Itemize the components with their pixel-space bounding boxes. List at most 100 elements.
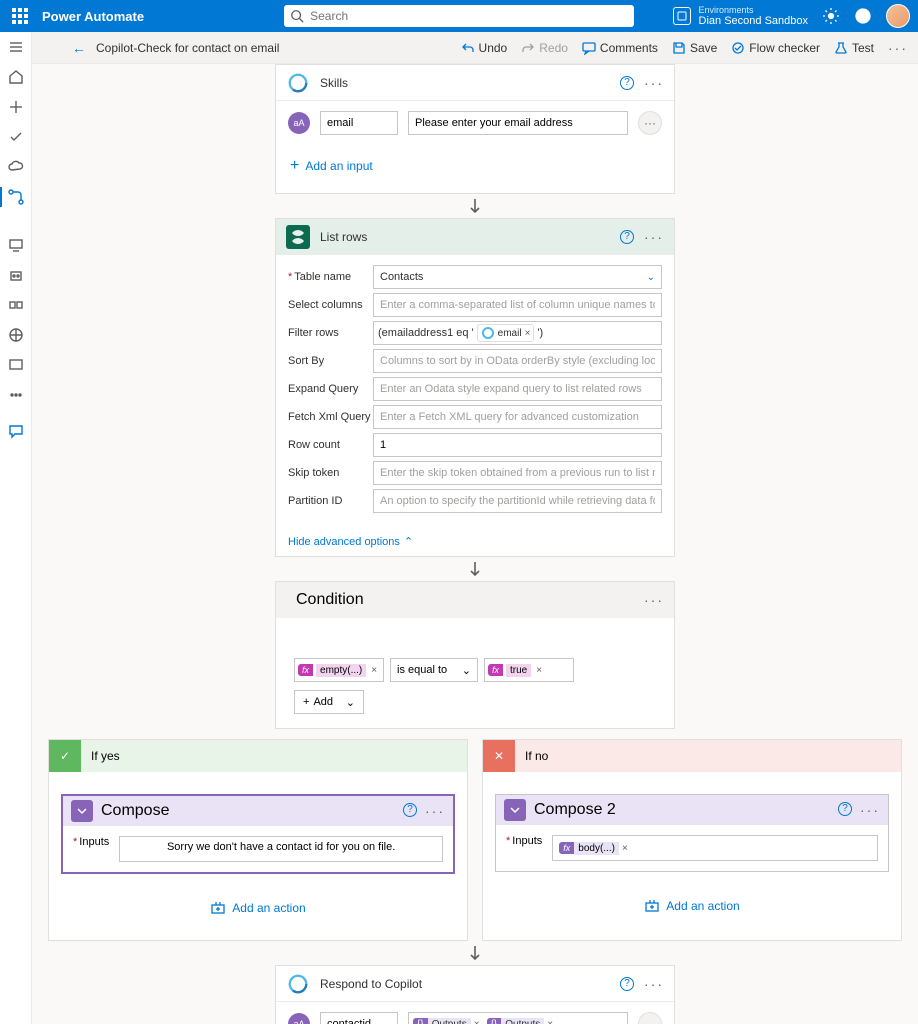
outputs-token[interactable]: {}Outputs× <box>487 1018 557 1024</box>
plus-icon: + <box>303 696 309 708</box>
add-condition-button[interactable]: +Add⌄ <box>294 690 364 714</box>
if-yes-header[interactable]: ✓ If yes <box>49 740 467 772</box>
nav-home-icon[interactable] <box>7 68 25 86</box>
flow-toolbar: ← Copilot-Check for contact on email Und… <box>32 32 918 64</box>
nav-create-icon[interactable] <box>7 98 25 116</box>
search-input[interactable] <box>284 5 634 27</box>
environment-picker[interactable]: Environments Dian Second Sandbox <box>673 5 808 27</box>
nav-approvals-icon[interactable] <box>7 128 25 146</box>
help-icon[interactable]: ? <box>620 76 634 90</box>
param-more-icon[interactable]: ··· <box>638 1012 662 1024</box>
compose-icon <box>71 800 93 822</box>
inputs-textbox[interactable]: Sorry we don't have a contact id for you… <box>119 836 443 862</box>
nav-hamburger-icon[interactable] <box>7 38 25 56</box>
connector-arrow[interactable] <box>466 194 484 218</box>
outputs-token[interactable]: {}Outputs× <box>413 1018 483 1024</box>
body-token[interactable]: fxbody(...)× <box>559 842 631 855</box>
card-more-icon[interactable]: ··· <box>644 75 664 91</box>
nav-monitor-icon[interactable] <box>7 356 25 374</box>
listrows-header[interactable]: List rows ?··· <box>276 219 674 255</box>
chevron-down-icon: ⌄ <box>462 664 471 677</box>
condition-branches: ✓ If yes Compose ?··· Inputs Sorry we do… <box>48 739 902 941</box>
rowcount-input[interactable] <box>373 433 662 457</box>
help-icon[interactable] <box>854 7 872 25</box>
waffle-icon[interactable] <box>8 4 32 28</box>
skills-title: Skills <box>320 76 348 90</box>
help-icon[interactable]: ? <box>620 977 634 991</box>
card-more-icon[interactable]: ··· <box>644 229 664 245</box>
check-icon: ✓ <box>49 740 81 772</box>
save-button[interactable]: Save <box>672 41 717 55</box>
compose2-header[interactable]: Compose 2 ?··· <box>496 795 888 825</box>
add-input-button[interactable]: +Add an input <box>288 149 662 183</box>
undo-button[interactable]: Undo <box>461 41 508 55</box>
output-name-input[interactable] <box>320 1012 398 1024</box>
param-type-icon: aA <box>288 112 310 134</box>
skills-header[interactable]: Skills ? ··· <box>276 65 674 101</box>
remove-token-icon[interactable]: × <box>544 1019 556 1024</box>
remove-token-icon[interactable]: × <box>471 1019 483 1024</box>
test-button[interactable]: Test <box>834 41 874 55</box>
comments-button[interactable]: Comments <box>582 41 658 55</box>
copilot-icon <box>286 71 310 95</box>
inputs-label: Inputs <box>73 836 109 848</box>
remove-token-icon[interactable]: × <box>369 665 379 676</box>
settings-icon[interactable] <box>822 7 840 25</box>
compose-header[interactable]: Compose ?··· <box>63 796 453 826</box>
nav-cloud-icon[interactable] <box>7 158 25 176</box>
operator-select[interactable]: is equal to⌄ <box>390 658 478 682</box>
dataverse-icon <box>286 225 310 249</box>
connector-arrow[interactable] <box>466 941 484 965</box>
partition-input[interactable] <box>373 489 662 513</box>
expand-input[interactable] <box>373 377 662 401</box>
card-more-icon[interactable]: ··· <box>644 976 664 992</box>
table-select[interactable]: Contacts⌄ <box>373 265 662 289</box>
flow-checker-button[interactable]: Flow checker <box>731 41 820 55</box>
inputs-textbox[interactable]: fxbody(...)× <box>552 835 878 861</box>
fetchxml-label: Fetch Xml Query <box>288 411 373 423</box>
card-more-icon[interactable]: ··· <box>425 803 445 819</box>
nav-flows-icon[interactable] <box>7 188 25 206</box>
fetchxml-input[interactable] <box>373 405 662 429</box>
back-button[interactable]: ← <box>72 40 86 56</box>
param-more-icon[interactable]: ··· <box>638 111 662 135</box>
toolbar-more-icon[interactable]: ··· <box>888 40 908 56</box>
rowcount-label: Row count <box>288 439 373 451</box>
output-value-input[interactable]: {}Outputs× {}Outputs× <box>408 1012 628 1024</box>
remove-token-icon[interactable]: × <box>534 665 544 676</box>
remove-token-icon[interactable]: × <box>619 843 631 854</box>
connector-arrow[interactable] <box>466 557 484 581</box>
redo-button[interactable]: Redo <box>521 41 568 55</box>
respond-header[interactable]: Respond to Copilot ?··· <box>276 966 674 1002</box>
nav-desktop-icon[interactable] <box>7 236 25 254</box>
help-icon[interactable]: ? <box>838 802 852 816</box>
condition-header[interactable]: Condition ··· <box>276 582 674 618</box>
param-desc-input[interactable] <box>408 111 628 135</box>
help-icon[interactable]: ? <box>620 230 634 244</box>
nav-process-icon[interactable] <box>7 296 25 314</box>
add-action-button[interactable]: Add an action <box>61 874 455 926</box>
copilot-icon <box>286 972 310 996</box>
hide-advanced-link[interactable]: Hide advanced options⌃ <box>276 527 674 556</box>
card-more-icon[interactable]: ··· <box>644 592 664 608</box>
left-operand-input[interactable]: fxempty(...)× <box>294 658 384 682</box>
user-avatar[interactable] <box>886 4 910 28</box>
nav-ai-icon[interactable] <box>7 326 25 344</box>
partition-label: Partition ID <box>288 495 373 507</box>
skip-input[interactable] <box>373 461 662 485</box>
nav-robot-icon[interactable] <box>7 266 25 284</box>
skills-card: Skills ? ··· aA ··· +Add an input <box>275 64 675 194</box>
email-token[interactable]: email× <box>477 324 535 342</box>
param-name-input[interactable] <box>320 111 398 135</box>
right-operand-input[interactable]: fxtrue× <box>484 658 574 682</box>
nav-chat-icon[interactable] <box>7 422 25 440</box>
if-no-header[interactable]: ✕ If no <box>483 740 901 772</box>
remove-token-icon[interactable]: × <box>525 328 531 339</box>
selectcols-input[interactable] <box>373 293 662 317</box>
filter-input[interactable]: (emailaddress1 eq ' email× ') <box>373 321 662 345</box>
add-action-button[interactable]: Add an action <box>495 872 889 924</box>
nav-more-icon[interactable] <box>7 386 25 404</box>
sort-input[interactable] <box>373 349 662 373</box>
help-icon[interactable]: ? <box>403 803 417 817</box>
card-more-icon[interactable]: ··· <box>860 802 880 818</box>
